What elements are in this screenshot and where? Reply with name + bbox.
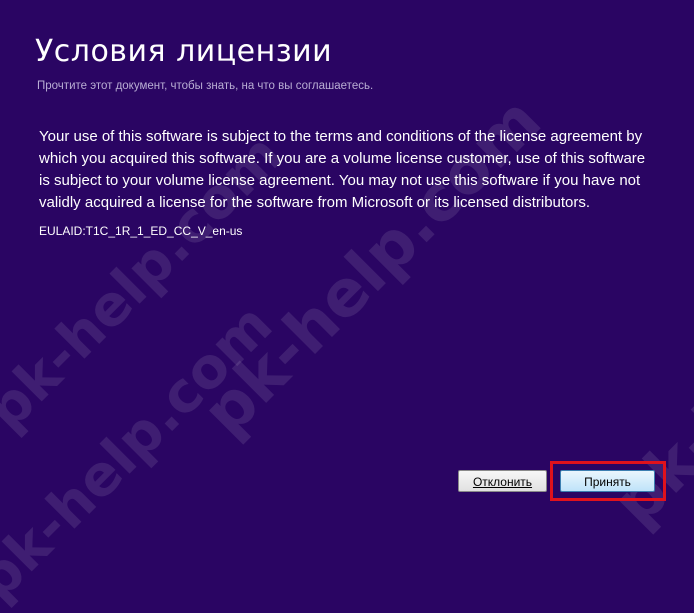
page-subtitle: Прочтите этот документ, чтобы знать, на … [37,80,374,92]
license-document[interactable]: Your use of this software is subject to … [39,126,659,446]
decline-button-label: Отклонить [472,475,533,489]
accept-button[interactable]: Принять [560,470,655,492]
license-text: Your use of this software is subject to … [39,128,646,211]
page-title: Условия лицензии [35,34,333,69]
eula-id: EULAID:T1C_1R_1_ED_CC_V_en-us [39,224,243,238]
accept-button-label: Принять [584,475,631,489]
decline-button[interactable]: Отклонить [458,470,547,492]
